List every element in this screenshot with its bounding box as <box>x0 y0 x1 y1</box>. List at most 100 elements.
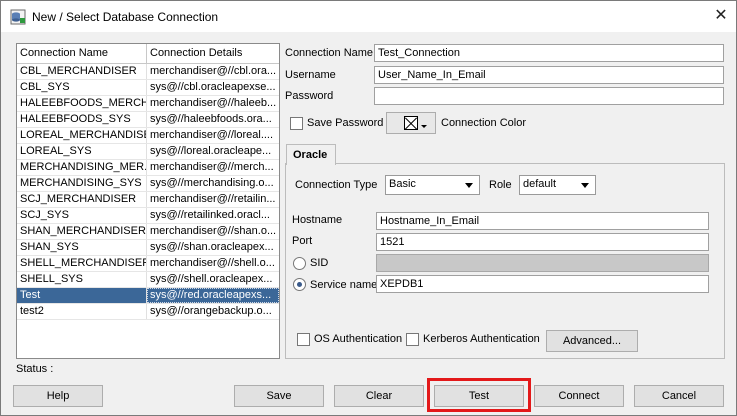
column-header-name[interactable]: Connection Name <box>17 44 147 63</box>
connection-name-cell: test2 <box>17 304 147 319</box>
service-name-label: Service name <box>310 279 378 291</box>
connection-name-cell: CBL_SYS <box>17 80 147 95</box>
table-header: Connection Name Connection Details <box>17 44 279 64</box>
test-button-highlight <box>427 378 531 412</box>
connection-details-cell: merchandiser@//shell.o... <box>150 257 275 269</box>
hostname-label: Hostname <box>292 214 343 226</box>
dialog-window: New / Select Database Connection ✕ Conne… <box>0 0 737 416</box>
column-header-details[interactable]: Connection Details <box>147 44 279 63</box>
kerberos-authentication-label: Kerberos Authentication <box>423 333 540 345</box>
connection-name-cell: SHAN_MERCHANDISER <box>17 224 147 239</box>
table-row[interactable]: LOREAL_MERCHANDISER merchandiser@//loreal… <box>17 128 279 144</box>
connection-name-cell: HALEEBFOODS_SYS <box>17 112 147 127</box>
connection-details-cell: sys@//cbl.oracleapexse... <box>150 81 276 93</box>
close-icon[interactable]: ✕ <box>709 5 733 27</box>
connection-details-cell: merchandiser@//haleeb... <box>150 97 277 109</box>
save-password-checkbox[interactable] <box>290 117 303 130</box>
table-row[interactable]: test2 sys@//orangebackup.o... <box>17 304 279 320</box>
table-row[interactable]: SHAN_SYS sys@//shan.oracleapex... <box>17 240 279 256</box>
connection-details-cell: sys@//loreal.oracleape... <box>150 145 272 157</box>
table-row[interactable]: CBL_SYS sys@//cbl.oracleapexse... <box>17 80 279 96</box>
connection-type-select[interactable]: Basic <box>385 175 480 195</box>
connection-details-cell: merchandiser@//cbl.ora... <box>150 65 277 77</box>
username-input[interactable]: User_Name_In_Email <box>374 66 724 84</box>
role-select[interactable]: default <box>519 175 596 195</box>
save-password-label: Save Password <box>307 117 384 129</box>
hostname-input[interactable]: Hostname_In_Email <box>376 212 709 230</box>
connection-details-cell: sys@//merchandising.o... <box>150 177 274 189</box>
chevron-down-icon <box>465 183 473 188</box>
color-swatch-icon <box>404 116 418 130</box>
port-label: Port <box>292 235 313 247</box>
service-name-input[interactable]: XEPDB1 <box>376 275 709 293</box>
connection-name-cell: Test <box>17 288 147 303</box>
connection-details-cell: sys@//orangebackup.o... <box>150 305 272 317</box>
connection-name-cell: MERCHANDISING_SYS <box>17 176 147 191</box>
connection-name-label: Connection Name <box>285 47 374 59</box>
os-authentication-checkbox[interactable] <box>297 333 310 346</box>
role-label: Role <box>489 179 512 191</box>
table-row[interactable]: SHAN_MERCHANDISER merchandiser@//shan.o..… <box>17 224 279 240</box>
kerberos-authentication-checkbox[interactable] <box>406 333 419 346</box>
os-authentication-label: OS Authentication <box>314 333 403 345</box>
clear-button[interactable]: Clear <box>334 385 424 407</box>
connection-name-input[interactable]: Test_Connection <box>374 44 724 62</box>
connection-name-cell: SCJ_SYS <box>17 208 147 223</box>
table-row[interactable]: SHELL_MERCHANDISER merchandiser@//shell.o… <box>17 256 279 272</box>
connection-name-cell: MERCHANDISING_MER... <box>17 160 147 175</box>
port-input[interactable]: 1521 <box>376 233 709 251</box>
username-label: Username <box>285 69 336 81</box>
connection-details-cell: sys@//shell.oracleapex... <box>150 273 273 285</box>
connection-type-label: Connection Type <box>295 179 378 191</box>
password-input[interactable] <box>374 87 724 105</box>
connection-color-label: Connection Color <box>441 117 526 129</box>
connection-name-cell: SCJ_MERCHANDISER <box>17 192 147 207</box>
help-button[interactable]: Help <box>13 385 103 407</box>
window-title: New / Select Database Connection <box>32 10 219 24</box>
chevron-down-icon <box>581 183 589 188</box>
advanced-button[interactable]: Advanced... <box>546 330 638 352</box>
save-button[interactable]: Save <box>234 385 324 407</box>
connections-table[interactable]: Connection Name Connection Details CBL_M… <box>16 43 280 359</box>
connection-name-cell: LOREAL_SYS <box>17 144 147 159</box>
table-row[interactable]: Test sys@//red.oracleapexs... <box>17 288 279 304</box>
sid-label: SID <box>310 257 329 269</box>
table-row[interactable]: HALEEBFOODS_MERCH... merchandiser@//halee… <box>17 96 279 112</box>
database-connection-icon <box>10 9 26 25</box>
connection-name-cell: LOREAL_MERCHANDISER <box>17 128 147 143</box>
status-label: Status : <box>16 363 54 375</box>
connection-details-cell: sys@//haleebfoods.ora... <box>150 113 272 125</box>
cancel-button[interactable]: Cancel <box>634 385 724 407</box>
connection-name-cell: SHAN_SYS <box>17 240 147 255</box>
tab-oracle[interactable]: Oracle <box>286 144 336 165</box>
service-name-radio[interactable] <box>293 278 306 291</box>
connection-type-value: Basic <box>389 178 416 190</box>
table-row[interactable]: MERCHANDISING_MER... merchandiser@//merch… <box>17 160 279 176</box>
connection-details-cell: merchandiser@//loreal.... <box>150 129 274 141</box>
title-bar: New / Select Database Connection ✕ <box>1 1 736 32</box>
connection-details-cell: merchandiser@//retailin... <box>150 193 276 205</box>
table-body: CBL_MERCHANDISER merchandiser@//cbl.ora..… <box>17 64 279 320</box>
table-row[interactable]: SHELL_SYS sys@//shell.oracleapex... <box>17 272 279 288</box>
sid-radio[interactable] <box>293 257 306 270</box>
connection-name-cell: SHELL_MERCHANDISER <box>17 256 147 271</box>
connection-name-cell: HALEEBFOODS_MERCH... <box>17 96 147 111</box>
role-value: default <box>523 178 557 190</box>
connection-color-button[interactable] <box>386 112 436 134</box>
table-row[interactable]: CBL_MERCHANDISER merchandiser@//cbl.ora..… <box>17 64 279 80</box>
table-row[interactable]: LOREAL_SYS sys@//loreal.oracleape... <box>17 144 279 160</box>
sid-input[interactable] <box>376 254 709 272</box>
table-row[interactable]: SCJ_MERCHANDISER merchandiser@//retailin.… <box>17 192 279 208</box>
connection-details-cell: merchandiser@//shan.o... <box>150 225 277 237</box>
table-row[interactable]: HALEEBFOODS_SYS sys@//haleebfoods.ora... <box>17 112 279 128</box>
password-label: Password <box>285 90 334 102</box>
chevron-down-icon <box>421 125 427 128</box>
connection-name-cell: CBL_MERCHANDISER <box>17 64 147 79</box>
table-row[interactable]: MERCHANDISING_SYS sys@//merchandising.o..… <box>17 176 279 192</box>
connection-name-cell: SHELL_SYS <box>17 272 147 287</box>
connect-button[interactable]: Connect <box>534 385 624 407</box>
connection-details-cell: sys@//red.oracleapexs... <box>147 288 279 303</box>
connection-details-cell: merchandiser@//merch... <box>150 161 274 173</box>
connection-details-cell: sys@//retailinked.oracl... <box>150 209 270 221</box>
table-row[interactable]: SCJ_SYS sys@//retailinked.oracl... <box>17 208 279 224</box>
